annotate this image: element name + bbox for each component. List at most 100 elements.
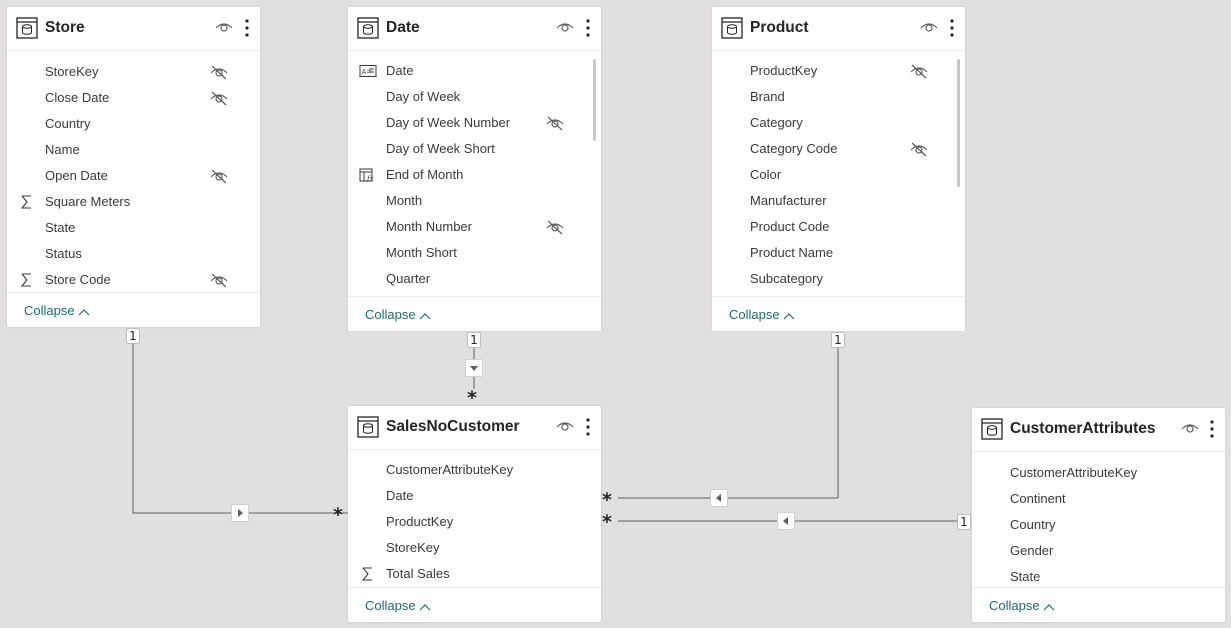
chevron-up-icon: [1043, 603, 1055, 610]
filter-direction-left-icon[interactable]: [777, 512, 795, 530]
table-card-date[interactable]: Date A= Date Day of Week Day of Week Number…: [348, 7, 601, 331]
field-label: Square Meters: [45, 194, 131, 209]
field-label: Month Short: [386, 245, 457, 260]
field-row[interactable]: Day of Week Short: [348, 136, 601, 162]
collapse-link[interactable]: Collapse: [365, 598, 431, 613]
field-label: Date: [386, 488, 414, 503]
hidden-eye-slash-icon: [209, 64, 229, 80]
field-label: Country: [45, 116, 91, 131]
collapse-link[interactable]: Collapse: [24, 303, 90, 318]
collapse-label: Collapse: [989, 598, 1040, 613]
field-row[interactable]: Category Code: [712, 136, 965, 162]
visibility-eye-icon[interactable]: [920, 20, 938, 34]
field-label: State: [1010, 569, 1041, 584]
field-label: Gender: [1010, 543, 1054, 558]
field-row[interactable]: StoreKey: [7, 59, 260, 85]
card-title: Date: [386, 19, 420, 36]
collapse-link[interactable]: Collapse: [989, 598, 1055, 613]
table-card-customer-attributes[interactable]: CustomerAttributes CustomerAttributeKey C…: [972, 408, 1225, 622]
more-options-icon[interactable]: [585, 417, 591, 437]
field-row[interactable]: Continent: [972, 486, 1225, 512]
field-row[interactable]: Brand: [712, 84, 965, 110]
field-row[interactable]: Category: [712, 110, 965, 136]
field-row[interactable]: Open Date: [7, 163, 260, 189]
card-footer: Collapse: [712, 296, 965, 331]
table-card-product[interactable]: Product ProductKey Brand Category Category …: [712, 7, 965, 331]
field-row[interactable]: Store Code: [7, 267, 260, 293]
relationship-store-sales[interactable]: [132, 342, 348, 514]
filter-direction-down-icon[interactable]: [465, 359, 483, 377]
more-options-icon[interactable]: [585, 18, 591, 38]
field-row[interactable]: Product Name: [712, 240, 965, 266]
field-row[interactable]: ProductKey: [348, 509, 601, 535]
hidden-eye-slash-icon: [209, 168, 229, 184]
cardinality-many-store: *: [333, 504, 343, 526]
field-label: Month Number: [386, 219, 472, 234]
card-title: SalesNoCustomer: [386, 418, 520, 435]
field-row[interactable]: Month: [348, 188, 601, 214]
field-label: Name: [45, 142, 80, 157]
collapse-label: Collapse: [365, 598, 416, 613]
card-title: CustomerAttributes: [1010, 420, 1156, 437]
field-row[interactable]: Name: [7, 137, 260, 163]
chevron-up-icon: [78, 308, 90, 315]
field-label: CustomerAttributeKey: [386, 462, 514, 477]
field-row[interactable]: A= Date: [348, 58, 601, 84]
date-field-icon: A=: [359, 64, 377, 78]
field-row[interactable]: Month Short: [348, 240, 601, 266]
collapse-label: Collapse: [729, 307, 780, 322]
field-row[interactable]: Day of Week: [348, 84, 601, 110]
card-footer: Collapse: [972, 587, 1225, 622]
hidden-eye-slash-icon: [209, 90, 229, 106]
field-label: Day of Week Number: [386, 115, 511, 130]
field-row[interactable]: Manufacturer: [712, 188, 965, 214]
field-row[interactable]: Square Meters: [7, 189, 260, 215]
visibility-eye-icon[interactable]: [1181, 421, 1199, 435]
svg-text:fx: fx: [366, 175, 374, 182]
hidden-eye-slash-icon: [545, 219, 565, 235]
field-row[interactable]: ProductKey: [712, 58, 965, 84]
field-row[interactable]: State: [7, 215, 260, 241]
field-row[interactable]: StoreKey: [348, 535, 601, 561]
field-row[interactable]: Month Number: [348, 214, 601, 240]
card-footer: Collapse: [348, 296, 601, 331]
field-row[interactable]: Country: [972, 512, 1225, 538]
field-row[interactable]: CustomerAttributeKey: [972, 460, 1225, 486]
visibility-eye-icon[interactable]: [556, 20, 574, 34]
visibility-eye-icon[interactable]: [556, 419, 574, 433]
filter-direction-left-icon[interactable]: [710, 489, 728, 507]
table-card-store[interactable]: Store StoreKey Close Date Country Name Open …: [7, 7, 260, 327]
collapse-link[interactable]: Collapse: [729, 307, 795, 322]
filter-direction-right-icon[interactable]: [231, 504, 249, 522]
field-row[interactable]: Date: [348, 483, 601, 509]
card-footer: Collapse: [7, 292, 260, 327]
field-row[interactable]: Status: [7, 241, 260, 267]
field-row[interactable]: CustomerAttributeKey: [348, 457, 601, 483]
field-label: CustomerAttributeKey: [1010, 465, 1138, 480]
field-label: Manufacturer: [750, 193, 827, 208]
visibility-eye-icon[interactable]: [215, 20, 233, 34]
field-row[interactable]: Color: [712, 162, 965, 188]
collapse-link[interactable]: Collapse: [365, 307, 431, 322]
chevron-up-icon: [419, 312, 431, 319]
more-options-icon[interactable]: [244, 18, 250, 38]
field-row[interactable]: Country: [7, 111, 260, 137]
more-options-icon[interactable]: [949, 18, 955, 38]
table-icon: [16, 17, 38, 39]
field-label: Status: [45, 246, 82, 261]
field-row[interactable]: Quarter: [348, 266, 601, 292]
field-row[interactable]: fx End of Month: [348, 162, 601, 188]
hidden-eye-slash-icon: [909, 141, 929, 157]
table-card-sales-no-customer[interactable]: SalesNoCustomer CustomerAttributeKey Date…: [348, 406, 601, 622]
field-label: ProductKey: [750, 63, 818, 78]
field-row[interactable]: Day of Week Number: [348, 110, 601, 136]
cardinality-one-date: 1: [467, 332, 481, 348]
field-row[interactable]: Close Date: [7, 85, 260, 111]
field-row[interactable]: Product Code: [712, 214, 965, 240]
more-options-icon[interactable]: [1209, 419, 1215, 439]
field-row[interactable]: Subcategory: [712, 266, 965, 292]
hidden-eye-slash-icon: [209, 272, 229, 288]
relationship-product-sales[interactable]: [618, 347, 839, 499]
field-row[interactable]: Total Sales: [348, 561, 601, 587]
field-row[interactable]: Gender: [972, 538, 1225, 564]
